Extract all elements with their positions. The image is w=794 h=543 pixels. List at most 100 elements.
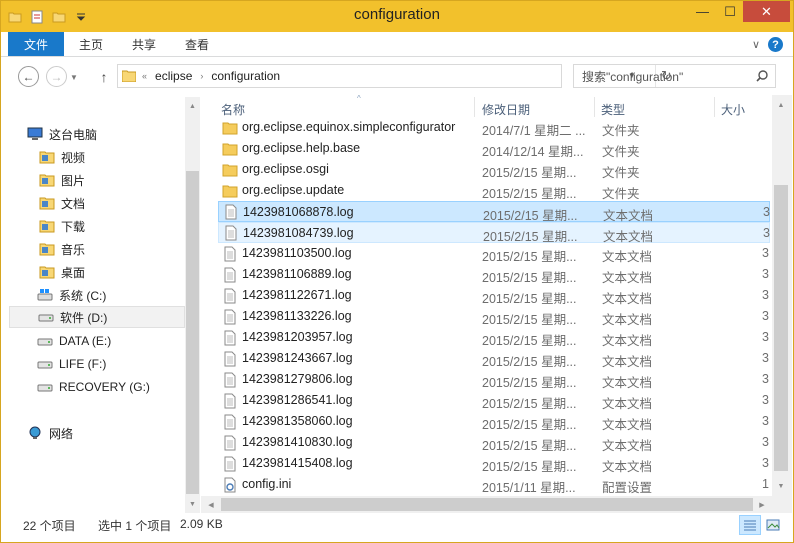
- minimize-button[interactable]: —: [689, 1, 716, 22]
- file-size: 3: [763, 205, 770, 219]
- file-row[interactable]: 1423981068878.log 2015/2/15 星期... 文本文档 3: [218, 201, 770, 223]
- column-header-type[interactable]: 类型: [601, 101, 625, 118]
- file-size: 3: [762, 288, 769, 302]
- address-bar[interactable]: « eclipse › configuration ▼ ↻: [117, 64, 672, 88]
- column-header-size[interactable]: 大小: [721, 101, 745, 118]
- sidebar-item-9[interactable]: DATA (E:): [1, 330, 185, 352]
- scroll-left-icon[interactable]: ◀: [205, 498, 217, 511]
- file-type: 文件夹: [602, 124, 640, 138]
- forward-button[interactable]: →: [46, 66, 67, 87]
- sidebar-item-5[interactable]: 音乐: [1, 238, 185, 260]
- breadcrumb-overflow[interactable]: «: [142, 71, 147, 81]
- drive-icon: [37, 357, 53, 371]
- sidebar-item-2[interactable]: 图片: [1, 169, 185, 191]
- sidebar-item-12[interactable]: 网络: [1, 422, 185, 444]
- text-file-icon: [222, 372, 238, 388]
- file-date: 2015/2/15 星期...: [482, 460, 577, 474]
- scroll-down-icon[interactable]: ▼: [186, 497, 199, 511]
- file-row[interactable]: 1423981203957.log 2015/2/15 星期... 文本文档 3: [218, 327, 770, 348]
- file-date: 2015/2/15 星期...: [482, 166, 577, 180]
- file-row[interactable]: 1423981084739.log 2015/2/15 星期... 文本文档 3: [218, 222, 770, 244]
- search-box[interactable]: 搜索"configuration": [573, 64, 776, 88]
- file-row[interactable]: org.eclipse.update 2015/2/15 星期... 文件夹: [218, 180, 770, 201]
- sidebar-item-0[interactable]: 这台电脑: [1, 123, 185, 145]
- search-placeholder: 搜索"configuration": [582, 69, 684, 84]
- breadcrumb-configuration[interactable]: configuration: [211, 69, 280, 83]
- folder-icon: [222, 120, 238, 136]
- folder-icon: [222, 162, 238, 178]
- file-row[interactable]: 1423981103500.log 2015/2/15 星期... 文本文档 3: [218, 243, 770, 264]
- sidebar-item-label: 文档: [61, 196, 86, 211]
- close-button[interactable]: ✕: [743, 1, 790, 22]
- help-icon[interactable]: ?: [768, 37, 783, 52]
- file-row[interactable]: config.ini 2015/1/11 星期... 配置设置 1: [218, 474, 770, 495]
- file-date: 2015/2/15 星期...: [482, 418, 577, 432]
- sidebar-item-label: LIFE (F:): [59, 357, 107, 371]
- file-date: 2015/2/15 星期...: [482, 250, 577, 264]
- tab-view[interactable]: 查看: [174, 32, 220, 56]
- file-name: 1423981243667.log: [242, 351, 353, 365]
- file-row[interactable]: org.eclipse.osgi 2015/2/15 星期... 文件夹: [218, 159, 770, 180]
- column-header-name[interactable]: 名称: [221, 101, 245, 118]
- column-divider[interactable]: [714, 97, 715, 117]
- maximize-button[interactable]: ☐: [717, 1, 743, 22]
- file-row[interactable]: org.eclipse.equinox.simpleconfigurator 20…: [218, 117, 770, 138]
- file-type: 文本文档: [602, 397, 653, 411]
- file-row[interactable]: 1423981415408.log 2015/2/15 星期... 文本文档 3: [218, 453, 770, 474]
- scroll-right-icon[interactable]: ▶: [756, 498, 768, 511]
- file-row[interactable]: 1423981358060.log 2015/2/15 星期... 文本文档 3: [218, 411, 770, 432]
- vertical-scrollbar-thumb[interactable]: [774, 185, 788, 471]
- horizontal-scrollbar-thumb[interactable]: [221, 498, 753, 511]
- scroll-up-icon[interactable]: ▲: [186, 99, 199, 113]
- breadcrumb-eclipse[interactable]: eclipse: [155, 69, 192, 83]
- sidebar-item-10[interactable]: LIFE (F:): [1, 353, 185, 375]
- breadcrumb-separator[interactable]: ›: [200, 71, 203, 81]
- file-row[interactable]: 1423981133226.log 2015/2/15 星期... 文本文档 3: [218, 306, 770, 327]
- file-type: 文本文档: [602, 439, 653, 453]
- sidebar-item-8[interactable]: 软件 (D:): [9, 306, 185, 328]
- back-button[interactable]: ←: [18, 66, 39, 87]
- scroll-up-icon[interactable]: ▲: [774, 98, 788, 112]
- file-size: 3: [762, 267, 769, 281]
- column-divider[interactable]: [474, 97, 475, 117]
- text-file-icon: [223, 225, 239, 241]
- file-type: 文本文档: [602, 376, 653, 390]
- details-view-button[interactable]: [739, 515, 761, 535]
- tab-home[interactable]: 主页: [69, 32, 113, 56]
- file-row[interactable]: 1423981122671.log 2015/2/15 星期... 文本文档 3: [218, 285, 770, 306]
- nav-scrollbar-thumb[interactable]: [186, 171, 199, 494]
- file-row[interactable]: 1423981106889.log 2015/2/15 星期... 文本文档 3: [218, 264, 770, 285]
- file-row[interactable]: 1423981286541.log 2015/2/15 星期... 文本文档 3: [218, 390, 770, 411]
- expand-ribbon-icon[interactable]: ∨: [748, 36, 764, 52]
- file-date: 2015/2/15 星期...: [482, 334, 577, 348]
- title-bar[interactable]: configuration — ☐ ✕: [1, 1, 793, 32]
- sidebar-item-3[interactable]: 文档: [1, 192, 185, 214]
- file-type: 文本文档: [602, 334, 653, 348]
- column-header-date[interactable]: 修改日期: [482, 101, 530, 118]
- sidebar-item-1[interactable]: 视频: [1, 146, 185, 168]
- file-size: 1: [762, 477, 769, 491]
- videos-folder-icon: [39, 150, 55, 164]
- recent-locations-button[interactable]: ▼: [68, 66, 80, 88]
- up-button[interactable]: ↑: [93, 66, 115, 88]
- sidebar-item-7[interactable]: 系统 (C:): [1, 284, 185, 306]
- large-icons-view-button[interactable]: [763, 515, 783, 535]
- tab-share[interactable]: 共享: [121, 32, 167, 56]
- file-row[interactable]: 1423981279806.log 2015/2/15 星期... 文本文档 3: [218, 369, 770, 390]
- file-type: 配置设置: [602, 481, 653, 495]
- sidebar-item-6[interactable]: 桌面: [1, 261, 185, 283]
- file-row[interactable]: org.eclipse.help.base 2014/12/14 星期... 文件夹: [218, 138, 770, 159]
- column-divider[interactable]: [594, 97, 595, 117]
- file-size: 3: [762, 393, 769, 407]
- file-size: 3: [762, 330, 769, 344]
- drive-icon: [37, 334, 53, 348]
- sidebar-item-4[interactable]: 下载: [1, 215, 185, 237]
- file-row[interactable]: 1423981410830.log 2015/2/15 星期... 文本文档 3: [218, 432, 770, 453]
- sidebar-item-label: 软件 (D:): [60, 310, 108, 325]
- selection-size: 2.09 KB: [180, 517, 223, 531]
- tab-file[interactable]: 文件: [8, 32, 64, 56]
- scroll-down-icon[interactable]: ▼: [774, 479, 788, 493]
- search-icon[interactable]: [755, 69, 769, 83]
- file-row[interactable]: 1423981243667.log 2015/2/15 星期... 文本文档 3: [218, 348, 770, 369]
- sidebar-item-11[interactable]: RECOVERY (G:): [1, 376, 185, 398]
